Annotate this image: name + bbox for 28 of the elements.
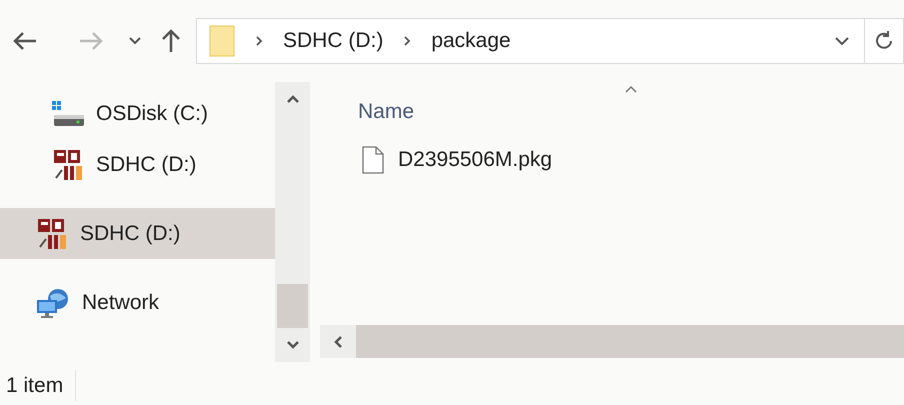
breadcrumb[interactable]: package <box>431 25 511 57</box>
sd-card-icon <box>52 150 84 180</box>
nav-item[interactable]: Network <box>0 277 275 328</box>
up-arrow-icon[interactable] <box>160 28 182 54</box>
back-arrow-icon[interactable] <box>12 30 38 52</box>
chevron-right-icon <box>255 35 263 47</box>
file-row[interactable]: D2395506M.pkg <box>320 140 904 180</box>
file-icon <box>362 146 384 174</box>
scrollbar-thumb[interactable] <box>277 284 308 328</box>
network-icon <box>36 288 70 318</box>
scroll-left-icon[interactable] <box>333 334 343 348</box>
sd-card-icon <box>36 218 68 248</box>
horizontal-scrollbar[interactable] <box>320 325 904 358</box>
nav-item[interactable]: SDHC (D:) <box>0 139 275 190</box>
scroll-up-icon[interactable] <box>286 94 300 104</box>
breadcrumb[interactable]: SDHC (D:) <box>283 25 384 57</box>
vertical-scrollbar[interactable] <box>275 82 310 362</box>
column-header[interactable]: Name <box>358 96 414 128</box>
dropdown-icon[interactable] <box>834 36 850 46</box>
status-text: 1 item <box>6 370 76 402</box>
address-bar[interactable]: SDHC (D:) package <box>196 18 904 64</box>
chevron-right-icon <box>403 35 412 47</box>
chevron-down-icon[interactable] <box>128 36 142 46</box>
folder-icon <box>209 25 235 57</box>
drive-icon <box>52 100 84 126</box>
nav-item[interactable]: SDHC (D:) <box>0 208 275 259</box>
scroll-down-icon[interactable] <box>286 340 300 350</box>
nav-item[interactable]: OSDisk (C:) <box>0 88 275 139</box>
